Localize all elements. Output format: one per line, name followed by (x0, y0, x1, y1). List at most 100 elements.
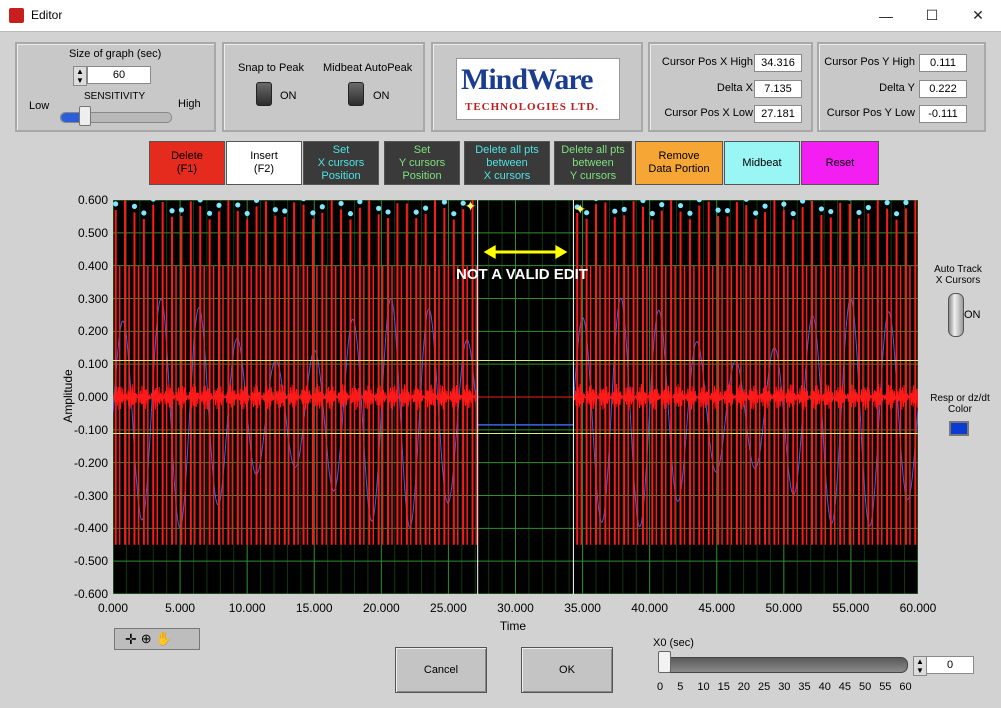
r-peak-marker (612, 208, 618, 214)
x0-tick-label: 15 (717, 681, 730, 693)
r-peak-marker (893, 211, 900, 217)
r-peak-marker (715, 207, 721, 213)
reset-button[interactable]: Reset (801, 141, 879, 185)
r-peak-marker (347, 211, 354, 217)
x0-slider-thumb[interactable] (658, 651, 671, 673)
remove-data-portion-button[interactable]: Remove Data Portion (635, 141, 723, 185)
r-peak-marker (113, 201, 119, 207)
r-peak-marker (743, 196, 749, 202)
cursor-y-high-value[interactable]: 0.111 (919, 54, 967, 72)
r-peak-marker (244, 210, 250, 217)
snap-to-peak-toggle[interactable] (256, 82, 272, 106)
r-peak-marker (762, 203, 768, 209)
delete-button-shortcut: (F1) (176, 163, 198, 175)
midbeat-autopeak-toggle[interactable] (348, 82, 364, 106)
cursor-x-high-value[interactable]: 34.316 (754, 54, 802, 72)
delta-y-value[interactable]: 0.222 (919, 80, 967, 98)
r-peak-marker (724, 207, 731, 214)
delete-between-y-cursors-button[interactable]: Delete all pts between Y cursors (554, 141, 632, 185)
x0-tick-label: 5 (677, 681, 684, 693)
insert-button[interactable]: Insert (F2) (226, 141, 302, 185)
r-peak-marker (310, 210, 316, 216)
maximize-button[interactable]: ☐ (909, 0, 955, 31)
r-peak-marker (423, 205, 429, 211)
waveform-plot[interactable]: ✦ ✦ NOT A VALID EDIT (112, 191, 921, 595)
sensitivity-slider-thumb[interactable] (79, 106, 91, 126)
zoom-icon[interactable]: ⊕ (141, 631, 152, 647)
set-x-label-3: Position (321, 169, 361, 182)
graph-size-input[interactable]: 60 (87, 66, 151, 84)
r-peak-marker (141, 210, 147, 216)
crosshair-icon[interactable]: ✛ (125, 631, 137, 648)
r-peak-marker (338, 200, 344, 207)
auto-track-toggle[interactable] (948, 293, 964, 337)
y-tick-label: -0.300 (73, 488, 108, 503)
x0-tick-label: 10 (697, 681, 710, 693)
snap-panel: Snap to Peak Midbeat AutoPeak ON ON (222, 42, 425, 132)
delta-x-value[interactable]: 7.135 (754, 80, 802, 98)
delete-button-label: Delete (171, 150, 203, 162)
r-peak-marker (282, 208, 288, 214)
invalid-edit-annotation: NOT A VALID EDIT (456, 266, 588, 283)
r-peak-marker (319, 204, 325, 210)
delete-between-x-cursors-button[interactable]: Delete all pts between X cursors (464, 141, 550, 185)
x0-tick-label: 30 (778, 681, 791, 693)
x0-slider-track[interactable] (660, 657, 908, 673)
x-tick-label: 40.000 (631, 601, 668, 615)
logo-text-sub: TECHNOLOGIES LTD. (465, 101, 599, 113)
midbeat-autopeak-label: Midbeat AutoPeak (323, 62, 413, 74)
close-button[interactable]: ✕ (955, 0, 1001, 31)
waveform-svg[interactable]: ✦ ✦ (112, 191, 921, 595)
ok-button[interactable]: OK (521, 647, 613, 693)
x0-tick-label: 20 (737, 681, 751, 693)
insert-button-label: Insert (250, 150, 278, 162)
midbeat-autopeak-state: ON (373, 90, 390, 102)
r-peak-marker (593, 195, 599, 202)
resp-color-swatch[interactable] (949, 421, 969, 436)
cursor-x-low-value[interactable]: 27.181 (754, 105, 802, 123)
set-y-label-3: Position (402, 169, 442, 182)
r-peak-marker (677, 202, 684, 209)
app-icon (9, 8, 24, 23)
cancel-button[interactable]: Cancel (395, 647, 487, 693)
y-tick-label: -0.200 (73, 455, 108, 470)
r-peak-marker (649, 210, 655, 217)
logo-text-main: MindWare (461, 63, 593, 96)
graph-size-spinner[interactable]: ▲ ▼ (73, 66, 87, 86)
x0-value-input[interactable]: 0 (926, 656, 974, 674)
r-peak-marker (790, 210, 796, 217)
x-tick-label: 60.000 (899, 601, 937, 615)
reset-label: Reset (825, 156, 855, 169)
x0-tick-label: 25 (758, 681, 771, 693)
y-tick-label: 0.000 (77, 390, 108, 404)
y-tick-label: -0.500 (73, 554, 108, 569)
set-x-cursors-button[interactable]: Set X cursors Position (303, 141, 379, 185)
delete-button[interactable]: Delete (F1) (149, 141, 225, 185)
cursor-y-low-label: Cursor Pos Y Low (826, 107, 915, 119)
set-y-cursors-button[interactable]: Set Y cursors Position (384, 141, 460, 185)
x0-tick-label: 40 (818, 681, 831, 693)
x-tick-label: 45.000 (698, 601, 736, 615)
cursor-x-high-label: Cursor Pos X High (661, 56, 753, 68)
x-tick-label: 35.000 (564, 601, 601, 615)
x-cursor-high-marker: ✦ (574, 201, 586, 217)
sensitivity-slider-track[interactable] (60, 112, 172, 123)
delta-y-label: Delta Y (879, 82, 915, 94)
resp-wave-left (112, 297, 478, 529)
cursor-y-low-value[interactable]: -0.111 (919, 105, 967, 123)
r-peak-marker (178, 207, 185, 213)
r-peak-marker (659, 202, 665, 208)
resp-color-label-1: Resp or dz/dt (930, 393, 990, 404)
x0-spinner[interactable]: ▲ ▼ (913, 656, 927, 676)
y-tick-label: 0.600 (77, 193, 108, 207)
mindware-logo: MindWare TECHNOLOGIES LTD. (456, 58, 620, 120)
pan-hand-icon[interactable]: ✋ (156, 631, 172, 647)
minimize-button[interactable]: — (863, 0, 909, 31)
r-peak-marker (687, 210, 693, 216)
r-peak-marker (800, 198, 806, 204)
midbeat-button[interactable]: Midbeat (724, 141, 800, 185)
del-y-label-2: between (572, 156, 614, 169)
x0-tick-label: 50 (859, 681, 872, 693)
r-peak-marker (235, 202, 241, 208)
sensitivity-label: SENSITIVITY (84, 91, 146, 102)
